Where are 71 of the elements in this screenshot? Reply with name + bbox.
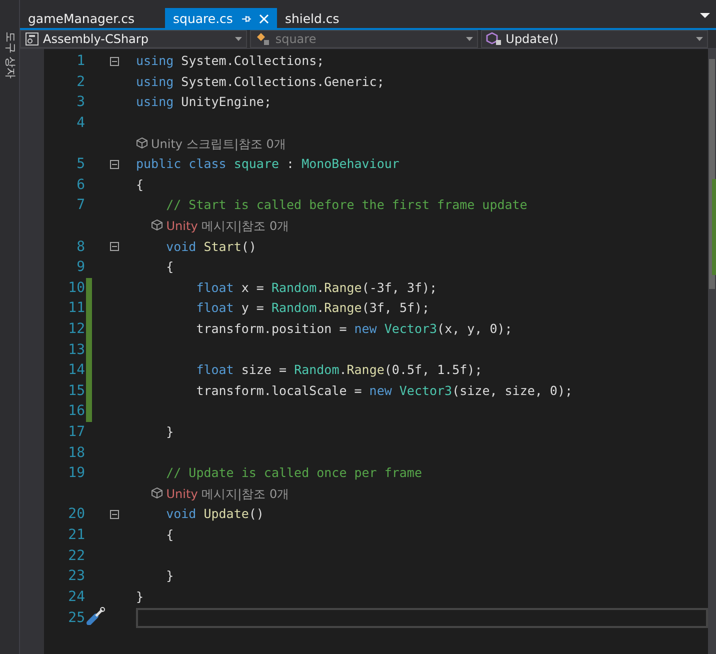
close-icon[interactable] xyxy=(258,14,269,24)
file-tab[interactable]: square.cs xyxy=(165,8,277,28)
line-number: 2 xyxy=(76,74,85,90)
collapse-toggle[interactable] xyxy=(110,242,119,252)
line-number: 16 xyxy=(67,403,85,420)
line-number: 9 xyxy=(76,259,85,276)
navigation-dropdown[interactable]: Assembly-CSharp xyxy=(20,30,248,48)
code-line: float y = Random.Range(3f, 5f); xyxy=(195,299,431,318)
line-number: 7 xyxy=(76,197,85,214)
codelens-text: Unity 메시지|참조 0개 xyxy=(136,217,708,236)
line-number: 24 xyxy=(67,588,85,605)
line-number: 21 xyxy=(67,526,85,543)
caret-icon xyxy=(466,37,473,41)
code-line: using System.Collections.Generic; xyxy=(136,72,386,91)
line-number: 13 xyxy=(67,342,85,358)
line-number: 23 xyxy=(67,568,85,584)
code-line: { xyxy=(165,526,175,544)
navigation-dropdown[interactable]: Update() xyxy=(480,30,708,48)
tab-list-icon[interactable] xyxy=(700,13,710,19)
collapse-toggle[interactable] xyxy=(110,56,119,66)
code-line: } xyxy=(165,567,175,586)
screwdriver-icon[interactable] xyxy=(86,607,106,626)
caret-icon xyxy=(696,37,703,41)
project-icon xyxy=(25,32,39,46)
line-number: 15 xyxy=(67,382,85,399)
line-number: 22 xyxy=(67,548,85,564)
line-number: 14 xyxy=(67,362,85,378)
code-line: // Start is called before the first frame update xyxy=(165,196,528,214)
cube-icon xyxy=(151,219,164,232)
file-tab[interactable]: gameManager.cs xyxy=(20,8,165,28)
line-number: 12 xyxy=(67,321,85,338)
scrollbar[interactable] xyxy=(708,49,716,654)
code-line: using System.Collections; xyxy=(136,52,326,70)
code-line: { xyxy=(165,258,175,276)
file-tab[interactable]: shield.cs xyxy=(276,8,348,28)
line-number: 8 xyxy=(76,238,85,255)
collapse-toggle[interactable] xyxy=(110,160,119,169)
line-number: 19 xyxy=(67,465,85,482)
line-number: 6 xyxy=(76,176,85,193)
code-line: public class square : MonoBehaviour xyxy=(136,155,400,174)
line-number: 5 xyxy=(76,156,85,172)
code-line: } xyxy=(165,422,175,441)
method-icon xyxy=(486,32,502,46)
code-line: using UnityEngine; xyxy=(136,93,272,112)
code-line: // Update is called once per frame xyxy=(165,464,423,482)
line-number: 20 xyxy=(67,506,85,522)
line-number: 4 xyxy=(76,115,85,132)
code-line: float x = Random.Range(-3f, 3f); xyxy=(195,278,438,297)
code-line: } xyxy=(136,588,145,606)
codelens-text: Unity 스크립트|참조 0개 xyxy=(136,134,708,153)
pin-icon[interactable] xyxy=(240,13,251,25)
codelens-text: Unity 메시지|참조 0개 xyxy=(136,484,708,503)
line-number: 1 xyxy=(76,53,85,70)
code-line: transform.position = new Vector3(x, y, 0); xyxy=(195,320,514,338)
line-number: 10 xyxy=(67,280,85,296)
line-number: 3 xyxy=(76,94,85,110)
line-number: 25 xyxy=(67,610,85,626)
line-number: 17 xyxy=(67,424,85,440)
caret-icon xyxy=(235,37,242,41)
class-icon xyxy=(255,32,272,46)
cube-icon xyxy=(136,136,148,149)
code-line: void Update() xyxy=(165,505,265,524)
line-number: 11 xyxy=(67,300,85,316)
code-line: void Start() xyxy=(165,238,258,256)
code-line: float size = Random.Range(0.5f, 1.5f); xyxy=(195,361,484,380)
code-line: transform.localScale = new Vector3(size, size, 0); xyxy=(195,382,574,400)
collapse-toggle[interactable] xyxy=(110,510,119,519)
code-line: { xyxy=(136,176,145,194)
line-number: 18 xyxy=(67,444,85,461)
cube-icon xyxy=(151,486,164,499)
toolbox-tab[interactable]: 도구 상자 xyxy=(2,31,16,79)
